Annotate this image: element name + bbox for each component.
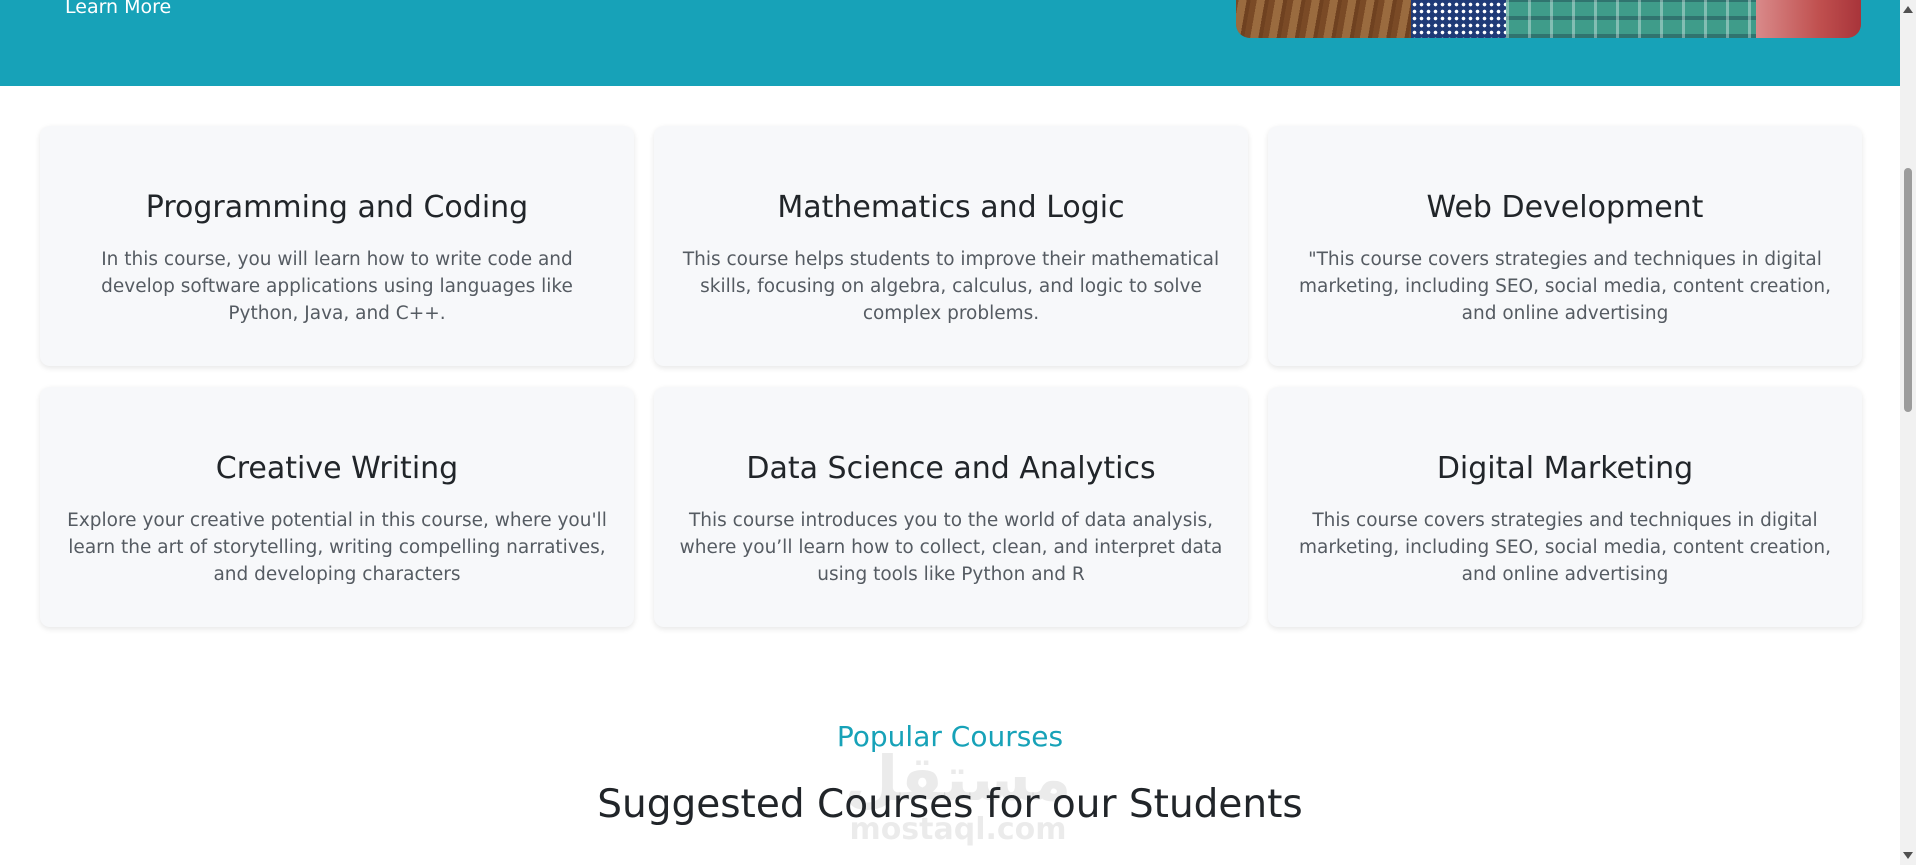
course-card-description: This course covers strategies and techni…: [1298, 510, 1832, 585]
course-card-title: Creative Writing: [215, 451, 459, 486]
course-card-description: "This course covers strategies and techn…: [1298, 249, 1832, 324]
course-card-description: This course introduces you to the world …: [679, 510, 1223, 585]
scroll-down-arrow-icon[interactable]: [1903, 852, 1913, 859]
scrollbar-thumb[interactable]: [1904, 168, 1912, 412]
vertical-scrollbar[interactable]: [1900, 0, 1916, 865]
course-card-title: Digital Marketing: [1436, 451, 1694, 486]
course-card-digital-marketing[interactable]: Digital Marketing This course covers str…: [1268, 387, 1862, 627]
course-card-title: Programming and Coding: [145, 190, 529, 225]
course-card-title: Web Development: [1426, 190, 1704, 225]
hero-image-plaid-shirt: [1506, 0, 1756, 38]
course-card-data-science[interactable]: Data Science and Analytics This course i…: [654, 387, 1248, 627]
hero-image: [1236, 0, 1861, 38]
course-card-creative-writing[interactable]: Creative Writing Explore your creative p…: [40, 387, 634, 627]
section-heading: Suggested Courses for our Students: [597, 781, 1303, 827]
course-card-title: Mathematics and Logic: [777, 190, 1125, 225]
hero-image-dotted-shirt: [1411, 0, 1506, 38]
hero-image-arm: [1756, 0, 1861, 38]
section-eyebrow: Popular Courses: [836, 720, 1064, 753]
course-card-description: In this course, you will learn how to wr…: [101, 249, 573, 324]
course-card-description: Explore your creative potential in this …: [67, 510, 607, 585]
course-card-programming[interactable]: Programming and Coding In this course, y…: [40, 126, 634, 366]
learn-more-link[interactable]: Learn More: [65, 0, 171, 18]
course-card-web-development[interactable]: Web Development "This course covers stra…: [1268, 126, 1862, 366]
course-card-title: Data Science and Analytics: [746, 451, 1156, 486]
page: Learn More Programming and Coding In thi…: [0, 0, 1900, 865]
course-card-description: This course helps students to improve th…: [682, 249, 1220, 324]
hero-banner: Learn More: [0, 0, 1900, 86]
scroll-up-arrow-icon[interactable]: [1903, 6, 1913, 13]
course-card-mathematics[interactable]: Mathematics and Logic This course helps …: [654, 126, 1248, 366]
hero-image-table: [1236, 0, 1411, 38]
popular-courses-section: Popular Courses Suggested Courses for ou…: [0, 720, 1900, 828]
course-card-grid: Programming and Coding In this course, y…: [40, 126, 1862, 627]
